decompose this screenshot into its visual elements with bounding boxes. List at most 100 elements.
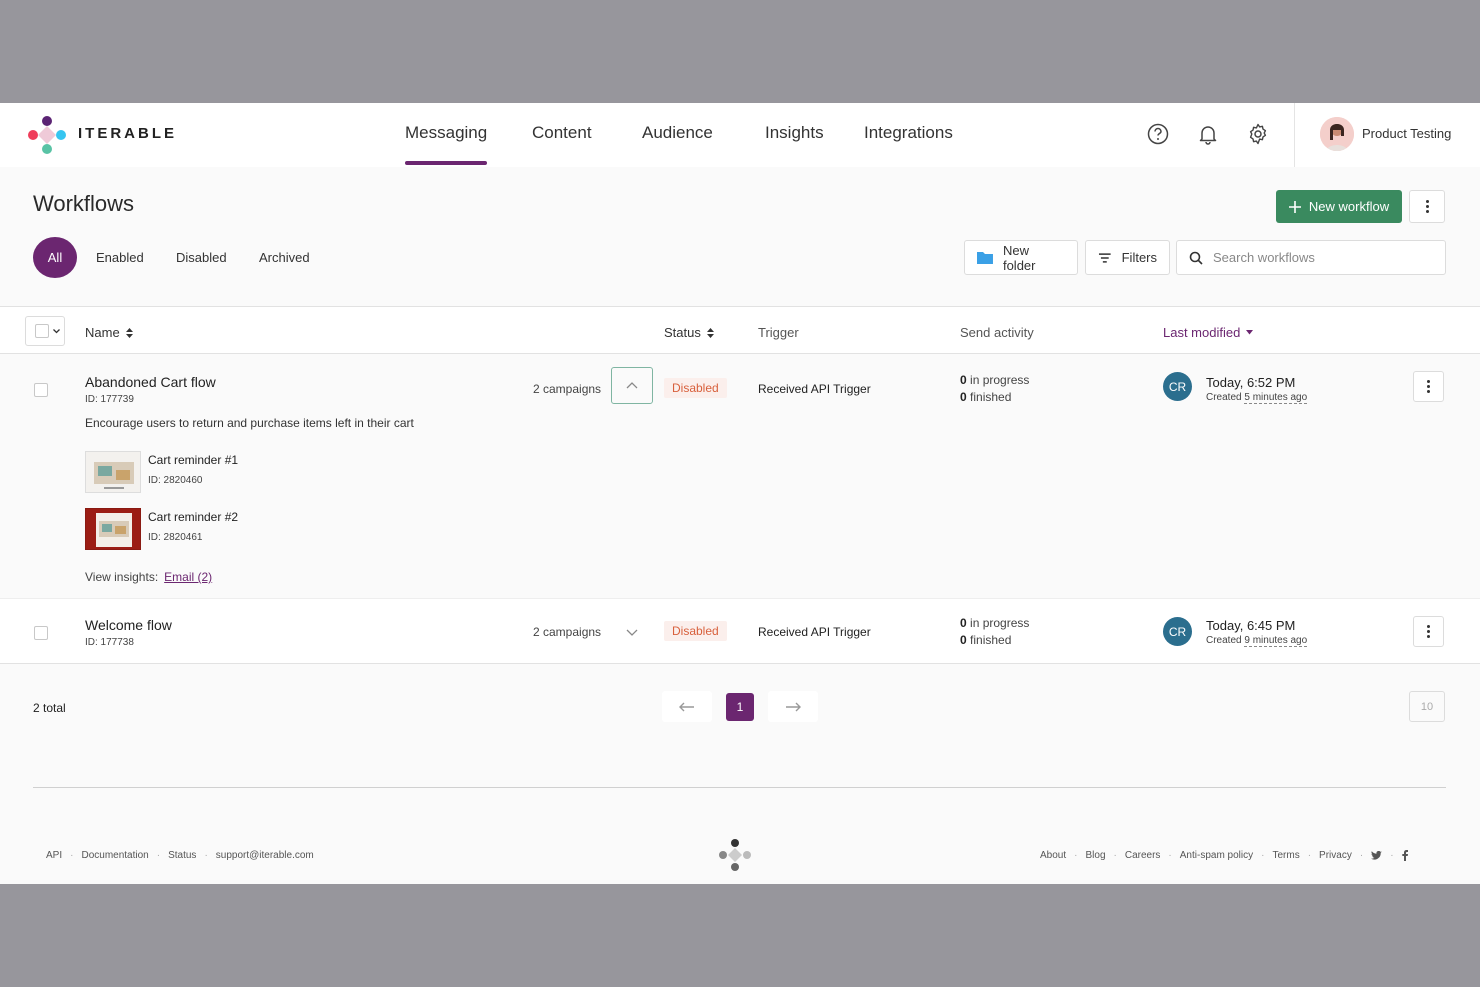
created-info: Created 5 minutes ago (1206, 392, 1308, 404)
column-name[interactable]: Name (85, 325, 133, 340)
modified-time: Today, 6:52 PM (1206, 375, 1296, 390)
workflow-name[interactable]: Abandoned Cart flow (85, 374, 216, 390)
footer-link-status[interactable]: Status (168, 850, 196, 861)
footer-link-careers[interactable]: Careers (1125, 850, 1161, 861)
tab-insights[interactable]: Insights (765, 123, 824, 143)
per-page-select[interactable]: 10 (1409, 691, 1445, 722)
bell-icon[interactable] (1197, 123, 1219, 145)
column-name-label: Name (85, 325, 120, 340)
column-send-activity: Send activity (960, 325, 1034, 340)
collapse-campaigns-button[interactable] (611, 367, 653, 404)
footer-link-anti-spam[interactable]: Anti-spam policy (1180, 850, 1253, 861)
campaign-thumbnail[interactable] (85, 508, 141, 550)
total-count: 2 total (33, 701, 66, 715)
email-insights-link[interactable]: Email (2) (164, 570, 212, 584)
in-progress-label: in progress (970, 373, 1030, 387)
footer-link-blog[interactable]: Blog (1085, 850, 1105, 861)
footer-logo (719, 839, 751, 871)
arrow-right-icon (786, 702, 801, 711)
campaign-name[interactable]: Cart reminder #2 (148, 510, 238, 524)
footer-link-support[interactable]: support@iterable.com (216, 850, 314, 861)
filter-tab-archived[interactable]: Archived (259, 250, 310, 265)
creator-avatar: CR (1163, 617, 1192, 646)
tab-integrations[interactable]: Integrations (864, 123, 953, 143)
row-more-button[interactable] (1413, 616, 1444, 647)
status-badge: Disabled (664, 378, 727, 398)
campaign-id: ID: 2820461 (148, 532, 203, 543)
twitter-icon[interactable] (1371, 851, 1383, 860)
filter-tab-disabled[interactable]: Disabled (176, 250, 227, 265)
column-activity-label: Send activity (960, 325, 1034, 340)
iterable-logo[interactable] (28, 116, 66, 154)
folder-icon (977, 252, 993, 264)
workflow-description: Encourage users to return and purchase i… (85, 416, 414, 430)
footer-link-privacy[interactable]: Privacy (1319, 850, 1352, 861)
sort-desc-icon (1246, 330, 1254, 335)
previous-page-button[interactable] (662, 691, 712, 722)
filter-tab-all[interactable]: All (33, 237, 77, 278)
footer-link-terms[interactable]: Terms (1272, 850, 1299, 861)
page-more-button[interactable] (1409, 190, 1445, 223)
user-name[interactable]: Product Testing (1362, 126, 1451, 141)
new-workflow-button[interactable]: New workflow (1276, 190, 1402, 223)
more-vertical-icon (1427, 380, 1430, 393)
created-prefix: Created (1206, 635, 1242, 646)
sort-icon (706, 327, 714, 338)
workflow-name[interactable]: Welcome flow (85, 617, 172, 633)
table-header: Name Status Trigger Send activity Last m… (0, 306, 1480, 354)
finished-count: 0 (960, 390, 967, 404)
expand-campaigns-button[interactable] (622, 622, 642, 642)
select-all-checkbox[interactable] (35, 324, 49, 338)
new-folder-button[interactable]: New folder (964, 240, 1078, 275)
tab-content[interactable]: Content (532, 123, 592, 143)
column-trigger-label: Trigger (758, 325, 799, 340)
row-more-button[interactable] (1413, 371, 1444, 402)
top-navigation: ITERABLE Messaging Content Audience Insi… (0, 103, 1480, 167)
footer-links-left: API · Documentation · Status · support@iter… (46, 850, 314, 861)
more-vertical-icon (1427, 625, 1430, 638)
column-status[interactable]: Status (664, 325, 714, 340)
more-vertical-icon (1425, 200, 1429, 213)
search-box[interactable] (1176, 240, 1446, 275)
app-window: ITERABLE Messaging Content Audience Insi… (0, 103, 1480, 884)
filters-button[interactable]: Filters (1085, 240, 1170, 275)
campaign-id: ID: 2820460 (148, 475, 203, 486)
in-progress-label: in progress (970, 616, 1030, 630)
campaign-name[interactable]: Cart reminder #1 (148, 453, 238, 467)
footer-link-api[interactable]: API (46, 850, 62, 861)
in-progress-count: 0 (960, 373, 967, 387)
footer-divider (33, 787, 1446, 788)
chevron-down-icon (626, 629, 638, 636)
tab-audience[interactable]: Audience (642, 123, 713, 143)
campaign-count: 2 campaigns (533, 625, 602, 639)
in-progress-count: 0 (960, 616, 967, 630)
header-divider (1294, 103, 1295, 167)
chevron-down-icon (53, 329, 60, 334)
table-row: Abandoned Cart flow ID: 177739 Encourage… (0, 354, 1480, 599)
column-last-modified[interactable]: Last modified (1163, 325, 1254, 340)
filter-icon (1098, 252, 1111, 263)
creator-avatar: CR (1163, 372, 1192, 401)
arrow-left-icon (679, 702, 694, 711)
tab-messaging[interactable]: Messaging (405, 123, 488, 165)
filter-tab-enabled[interactable]: Enabled (96, 250, 144, 265)
trigger-value: Received API Trigger (758, 382, 871, 396)
page-1-button[interactable]: 1 (726, 693, 754, 721)
created-prefix: Created (1206, 392, 1242, 403)
footer-link-documentation[interactable]: Documentation (81, 850, 148, 861)
user-avatar[interactable] (1320, 117, 1354, 151)
facebook-icon[interactable] (1401, 850, 1408, 861)
gear-icon[interactable] (1247, 123, 1269, 145)
row-checkbox[interactable] (34, 383, 48, 397)
created-info: Created 9 minutes ago (1206, 635, 1308, 647)
help-icon[interactable] (1147, 123, 1169, 145)
footer-link-about[interactable]: About (1040, 850, 1066, 861)
next-page-button[interactable] (768, 691, 818, 722)
row-checkbox[interactable] (34, 626, 48, 640)
campaign-thumbnail[interactable] (85, 451, 141, 493)
search-input[interactable] (1213, 250, 1433, 265)
search-icon (1189, 251, 1203, 265)
select-all-dropdown[interactable] (25, 316, 65, 346)
chevron-up-icon (626, 382, 638, 389)
footer-links-right: About · Blog · Careers · Anti-spam policy · … (1040, 850, 1408, 861)
